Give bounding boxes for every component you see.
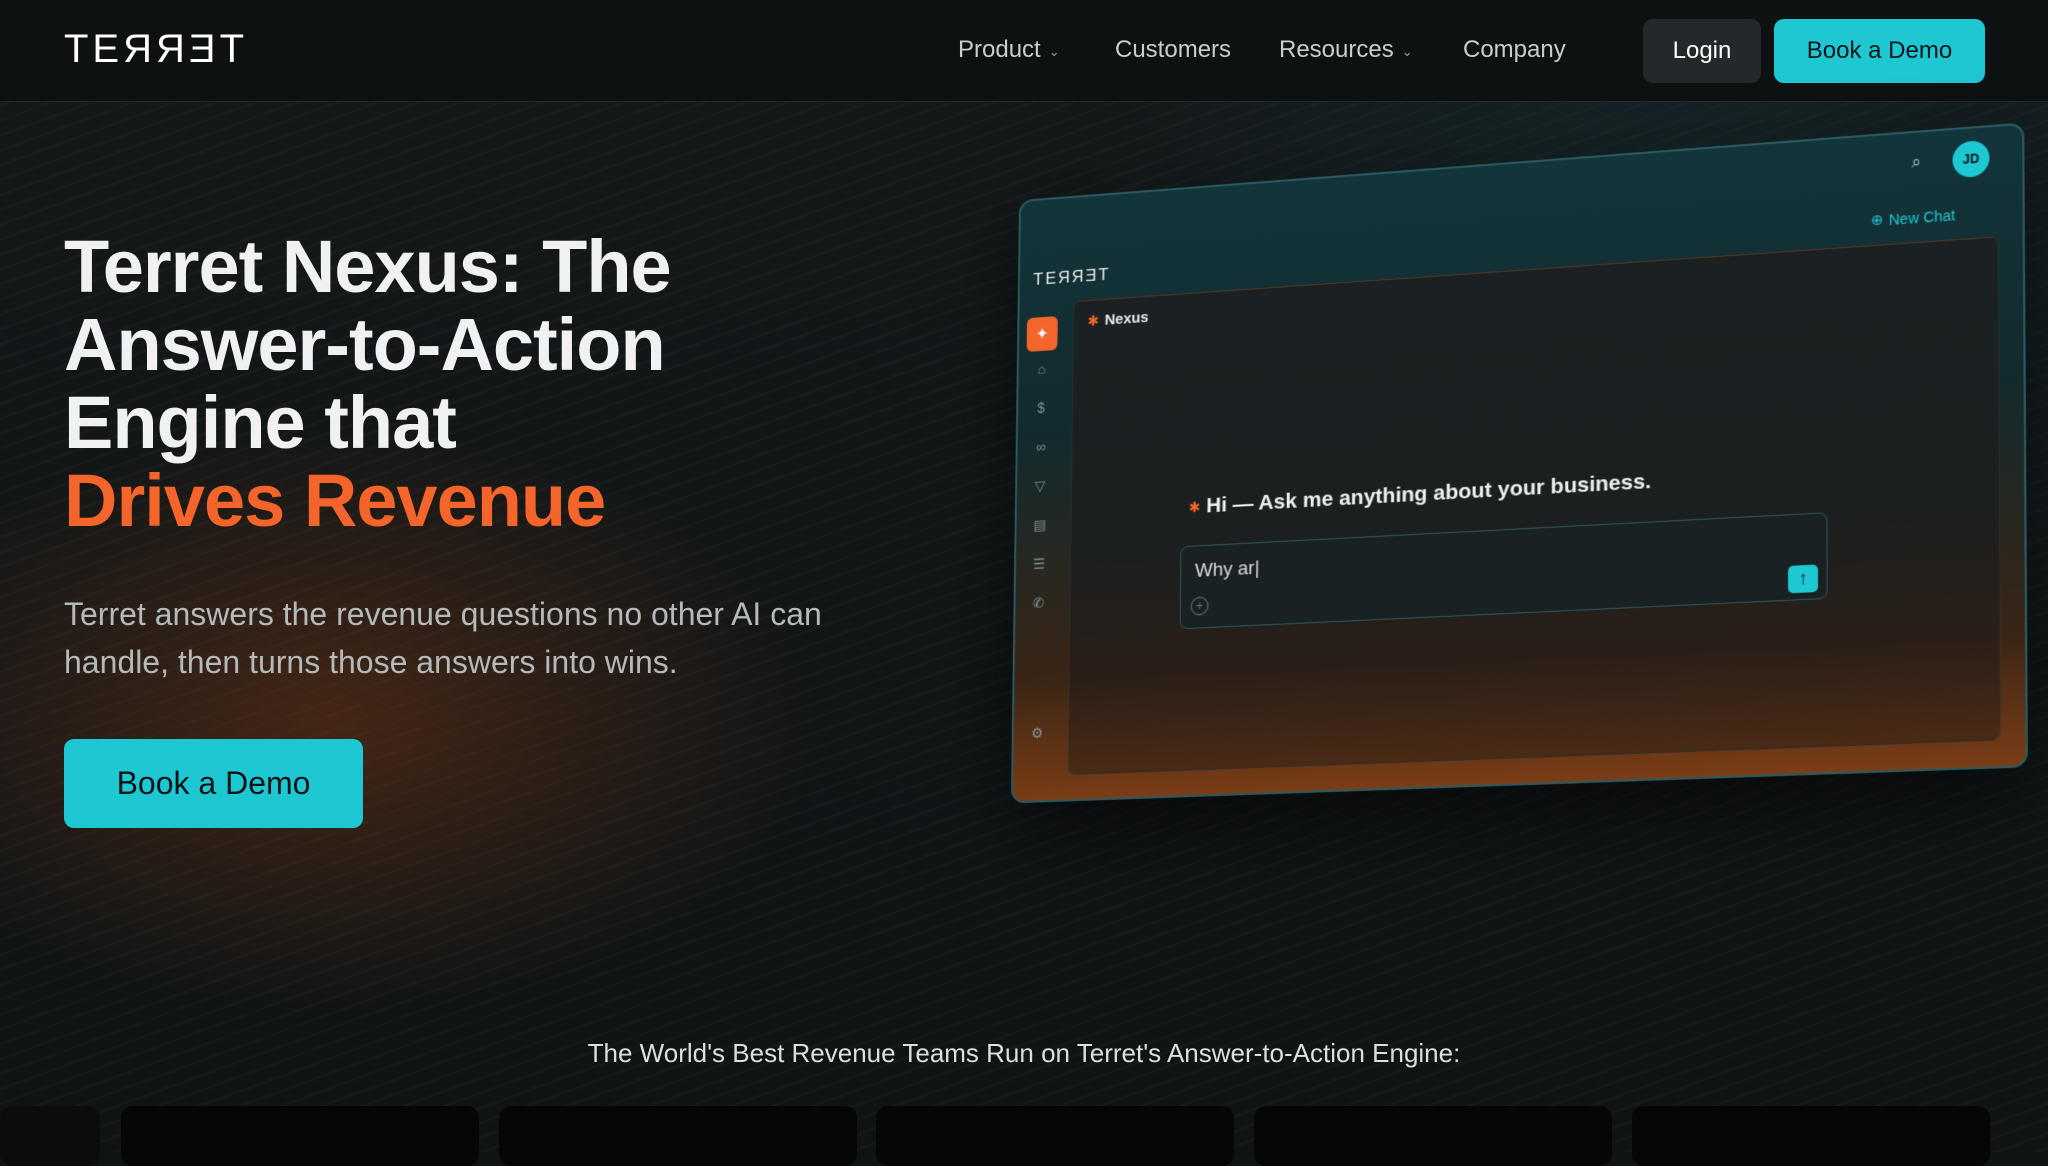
- chat-panel: ✱ Nexus ✱ Hi — Ask me anything about you…: [1067, 236, 2001, 775]
- chevron-down-icon: ⌄: [1402, 44, 1413, 60]
- plus-circle-icon: ⊕: [1871, 211, 1884, 230]
- dollar-icon: $: [1026, 399, 1057, 429]
- app-logo: TEЯЯƎT: [1033, 265, 1110, 290]
- customer-logo-tile: [121, 1106, 479, 1166]
- chat-input: Why ar| + ↑: [1180, 512, 1828, 629]
- new-chat-label: New Chat: [1889, 206, 1955, 228]
- nexus-tab: ✱ Nexus: [1087, 309, 1148, 330]
- customer-logo-tile: [876, 1106, 1234, 1166]
- hero-title-line1: Terret Nexus: The: [64, 225, 671, 308]
- nav-customers-label: Customers: [1115, 36, 1231, 64]
- home-icon: ⌂: [1026, 360, 1057, 390]
- nav-product[interactable]: Product ⌄: [958, 36, 1060, 64]
- sparkle-icon: ✦: [1027, 316, 1058, 352]
- settings-icon: ⚙: [1031, 724, 1043, 742]
- customer-logo-tile: [1254, 1106, 1612, 1166]
- chevron-down-icon: ⌄: [1049, 44, 1060, 60]
- nav-company[interactable]: Company: [1463, 36, 1566, 64]
- chat-input-value: Why ar|: [1195, 557, 1260, 583]
- app-window: TEЯЯƎT ⌕ JD ⊕ New Chat ✦ ⌂ $ ∞ ▽ ▤ ☰ ✆ ⚙…: [1011, 122, 2028, 803]
- list-icon: ☰: [1023, 555, 1054, 585]
- customer-logo-tile: [499, 1106, 857, 1166]
- send-arrow-icon: ↑: [1788, 564, 1818, 593]
- sparkle-icon: ✱: [1189, 498, 1201, 516]
- nav-resources[interactable]: Resources ⌄: [1279, 36, 1413, 64]
- sparkle-icon: ✱: [1087, 312, 1099, 330]
- avatar: JD: [1953, 140, 1990, 179]
- new-chat-button: ⊕ New Chat: [1871, 206, 1955, 230]
- filter-icon: ▽: [1025, 477, 1056, 507]
- search-icon: ⌕: [1911, 153, 1921, 173]
- binoculars-icon: ∞: [1025, 438, 1056, 468]
- book-demo-hero-button[interactable]: Book a Demo: [64, 739, 363, 828]
- plus-icon: +: [1191, 597, 1209, 616]
- document-icon: ▤: [1024, 516, 1055, 546]
- hero-subtitle: Terret answers the revenue questions no …: [64, 590, 824, 686]
- login-button[interactable]: Login: [1643, 19, 1761, 83]
- top-nav: TEЯЯƎT Product ⌄ Customers Resources ⌄ C…: [0, 0, 2048, 102]
- customer-logos-heading: The World's Best Revenue Teams Run on Te…: [0, 1038, 2048, 1069]
- nav-resources-label: Resources: [1279, 36, 1394, 64]
- terret-logo[interactable]: TEЯЯƎT: [64, 27, 248, 72]
- hero-title-accent: Drives Revenue: [64, 462, 824, 540]
- chat-greeting: ✱ Hi — Ask me anything about your busine…: [1189, 469, 1652, 519]
- app-sidebar: ✦ ⌂ $ ∞ ▽ ▤ ☰ ✆: [1023, 316, 1060, 635]
- hero-title: Terret Nexus: The Answer-to-Action Engin…: [64, 228, 824, 540]
- customer-logo-tile: [1632, 1106, 1990, 1166]
- hero-title-line2: Answer-to-Action: [64, 303, 665, 386]
- product-screenshot: TEЯЯƎT ⌕ JD ⊕ New Chat ✦ ⌂ $ ∞ ▽ ▤ ☰ ✆ ⚙…: [1015, 198, 1995, 858]
- nav-product-label: Product: [958, 36, 1041, 64]
- customer-logo-tile: [0, 1106, 100, 1166]
- phone-icon: ✆: [1023, 594, 1054, 624]
- nav-company-label: Company: [1463, 36, 1566, 64]
- hero-title-line3: Engine that: [64, 381, 456, 464]
- nexus-tab-label: Nexus: [1105, 309, 1149, 329]
- nav-customers[interactable]: Customers: [1115, 36, 1231, 64]
- chat-greeting-text: Hi — Ask me anything about your business…: [1206, 469, 1651, 518]
- book-demo-nav-button[interactable]: Book a Demo: [1774, 19, 1985, 83]
